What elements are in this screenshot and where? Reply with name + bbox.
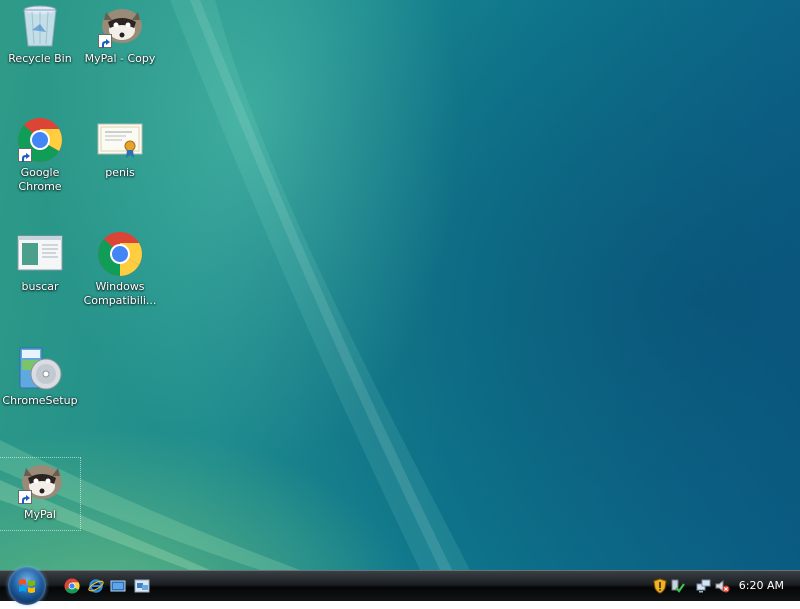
quick-launch-switch-windows-icon[interactable]	[134, 578, 150, 594]
setup-installer-icon	[16, 344, 64, 392]
quick-launch-show-desktop-icon[interactable]	[110, 578, 126, 594]
desktop-icon-label: MyPal	[24, 508, 56, 521]
desktop-icon-label: MyPal - Copy	[84, 52, 156, 65]
recycle-bin-icon	[16, 2, 64, 50]
shortcut-arrow-icon	[18, 490, 32, 504]
desktop-icon-mypal[interactable]: MyPal	[0, 457, 81, 531]
desktop-icon-label: Google Chrome	[18, 166, 62, 193]
start-orb-icon[interactable]	[8, 567, 46, 605]
desktop-icon-windows-compatibility[interactable]: Windows Compatibili...	[80, 230, 160, 307]
chrome-icon	[96, 230, 144, 278]
window-app-icon	[16, 230, 64, 278]
safely-remove-icon[interactable]	[670, 578, 686, 594]
desktop-icon-mypal-copy[interactable]: MyPal - Copy	[80, 2, 160, 74]
quick-launch-chrome-icon[interactable]	[64, 578, 80, 594]
system-tray: 6:20 AM	[640, 571, 800, 601]
desktop-icon-google-chrome[interactable]: Google Chrome	[0, 116, 80, 193]
mypal-raccoon-icon	[16, 458, 64, 506]
taskbar[interactable]: 6:20 AM	[0, 567, 800, 605]
desktop-icon-label: penis	[105, 166, 135, 179]
desktop-icon-recycle-bin[interactable]: Recycle Bin	[0, 2, 80, 74]
desktop-icon-label: buscar	[21, 280, 59, 293]
desktop-icon-buscar[interactable]: buscar	[0, 230, 80, 302]
desktop-icon-label: Windows Compatibili...	[83, 280, 157, 307]
shortcut-arrow-icon	[18, 148, 32, 162]
desktop[interactable]: Recycle Bin MyPal - Copy Google Chrome p…	[0, 0, 800, 570]
quick-launch-internet-explorer-icon[interactable]	[88, 578, 104, 594]
volume-muted-icon[interactable]	[714, 578, 730, 594]
desktop-icon-label: ChromeSetup	[2, 394, 78, 407]
desktop-icon-chromesetup[interactable]: ChromeSetup	[0, 344, 80, 416]
shield-warning-icon[interactable]	[652, 578, 668, 594]
desktop-icon-label: Recycle Bin	[8, 52, 72, 65]
chrome-icon	[16, 116, 64, 164]
mypal-raccoon-icon	[96, 2, 144, 50]
windows-logo-icon	[19, 579, 35, 593]
clock[interactable]: 6:20 AM	[739, 579, 784, 592]
certificate-icon	[96, 116, 144, 164]
shortcut-arrow-icon	[98, 34, 112, 48]
desktop-icon-penis[interactable]: penis	[80, 116, 160, 188]
network-icon[interactable]	[696, 578, 712, 594]
